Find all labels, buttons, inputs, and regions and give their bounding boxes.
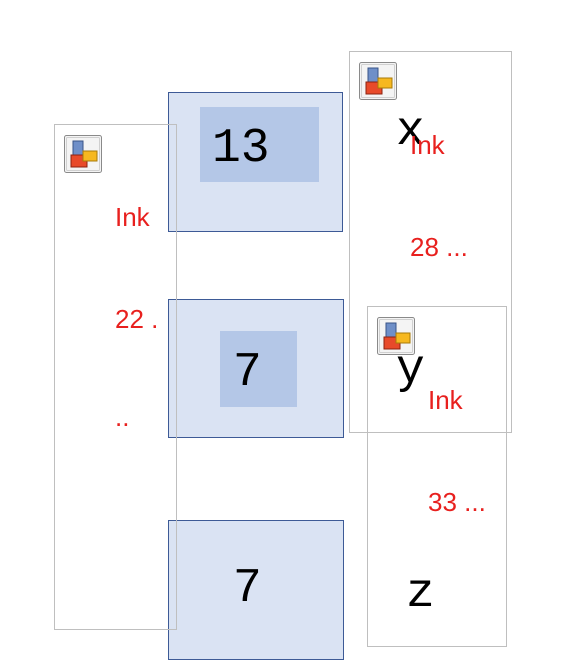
ink-annotation-3-text: Ink 33 ... [428, 315, 486, 587]
value-cell-1-value: 13 [212, 122, 270, 176]
ink-annotation-2-title: Ink [410, 130, 445, 160]
ink-annotation-2-line2: 28 ... [410, 232, 468, 262]
ink-annotation-icon[interactable] [359, 62, 397, 100]
ink-annotation-1-text: Ink 22 . .. [115, 132, 158, 502]
ink-annotation-1-line3: .. [115, 402, 130, 432]
ink-annotation-icon[interactable] [64, 135, 102, 173]
ink-annotation-1-line2: 22 . [115, 304, 159, 334]
canvas: 13 7 7 x y z Ink 22 . .. Ink 28 ... Ink … [0, 0, 585, 670]
ink-annotation-3-title: Ink [428, 385, 463, 415]
value-cell-3-value: 7 [233, 562, 262, 616]
ink-annotation-2-text: Ink 28 ... [410, 60, 468, 332]
value-cell-2-value: 7 [233, 346, 262, 400]
ink-annotation-1-title: Ink [115, 202, 150, 232]
ink-annotation-3-line2: 33 ... [428, 487, 486, 517]
ink-annotation-icon[interactable] [377, 317, 415, 355]
